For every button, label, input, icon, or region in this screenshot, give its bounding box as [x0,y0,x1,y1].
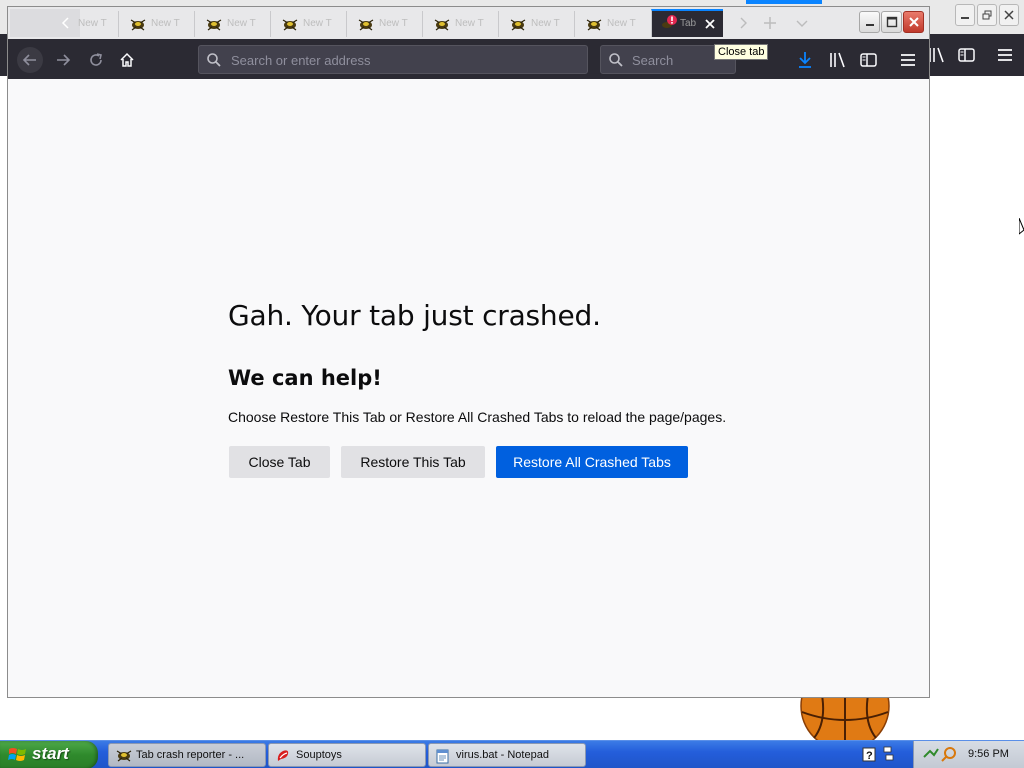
mouse-cursor-icon [1018,217,1024,240]
taskbar-item-notepad[interactable]: virus.bat - Notepad [428,743,586,767]
close-tab-icon[interactable] [702,16,718,32]
home-button[interactable] [114,47,140,73]
tab-label: New T [607,18,636,29]
page-description: Choose Restore This Tab or Restore All C… [228,409,727,425]
windows-logo-icon [8,748,26,761]
background-restore-button[interactable] [977,4,997,26]
address-bar[interactable]: Search or enter address [198,45,588,74]
minimize-button[interactable] [859,11,880,33]
search-icon [609,53,623,67]
restore-all-crashed-tabs-button[interactable]: Restore All Crashed Tabs [496,446,688,478]
download-icon[interactable] [794,49,816,71]
firefox-bug-icon [282,19,298,31]
forward-button[interactable] [50,47,76,73]
reload-button[interactable] [83,47,109,73]
tab-label: Tab [680,18,697,29]
forward-arrow-icon [57,54,71,66]
page-subtitle: We can help! [228,366,382,390]
background-active-tab-indicator [746,0,822,4]
address-placeholder: Search or enter address [231,53,371,68]
basketball-icon [800,698,890,742]
background-menu-icon[interactable] [994,44,1016,66]
tab[interactable]: New T [498,11,574,37]
firefox-bug-icon [358,19,374,31]
maximize-icon [886,16,897,28]
taskbar-item-label: virus.bat - Notepad [456,749,549,761]
browser-window: New T New T New T New T New T New T New … [7,6,930,698]
notepad-icon [436,749,449,764]
taskbar-item-souptoys[interactable]: Souptoys [268,743,426,767]
search-icon [207,53,221,67]
system-tray: 9:56 PM [913,741,1024,768]
minimize-icon [865,24,874,26]
tab[interactable]: New T [346,11,422,37]
basketball-toy[interactable] [800,698,890,742]
firefox-bug-icon [130,19,146,31]
chevron-right-icon[interactable] [736,15,752,31]
help-and-network-icon[interactable]: ? [862,746,898,764]
start-label: start [32,744,69,763]
list-all-tabs-chevron-down-icon[interactable] [794,15,810,31]
library-icon[interactable] [826,49,848,71]
start-button[interactable]: start [0,741,98,768]
page-title: Gah. Your tab just crashed. [228,299,601,332]
new-tab-plus-icon[interactable] [762,15,778,31]
tab[interactable]: New T [574,11,650,37]
tab-label: New T [78,18,107,29]
tab-label: New T [303,18,332,29]
crashed-tab-icon [662,15,677,28]
maximize-button[interactable] [881,11,902,33]
tab[interactable]: New T [422,11,498,37]
reload-icon [90,53,102,66]
search-placeholder: Search [632,53,674,68]
tab-crash-page: Gah. Your tab just crashed. We can help!… [8,79,929,697]
souptoys-icon [277,750,289,761]
tab[interactable]: New T [270,11,346,37]
taskbar-item-tab-crash-reporter[interactable]: Tab crash reporter - ... [108,743,266,767]
close-tab-button[interactable]: Close Tab [229,446,330,478]
sidebar-icon[interactable] [858,49,880,71]
tray-app-icons[interactable] [922,745,960,763]
tab[interactable]: New T [118,11,194,37]
background-close-button[interactable] [999,4,1019,26]
firefox-bug-icon [434,19,450,31]
tab[interactable]: New T [194,11,270,37]
tab-label: New T [379,18,408,29]
home-icon [120,52,134,67]
firefox-bug-icon [116,750,132,762]
close-tab-tooltip: Close tab [714,44,769,60]
tab-label: New T [531,18,560,29]
tab-label: New T [227,18,256,29]
close-window-button[interactable] [903,11,924,33]
firefox-bug-icon [206,19,222,31]
tab-label: New T [151,18,180,29]
taskbar-item-label: Souptoys [296,749,342,761]
tab-label: New T [455,18,484,29]
svg-text:?: ? [866,750,873,762]
close-icon [908,17,919,27]
taskbar: start Tab crash reporter - ... Souptoys … [0,740,1024,768]
firefox-bug-icon [510,19,526,31]
firefox-bug-icon [586,19,602,31]
clock: 9:56 PM [968,748,1009,760]
taskbar-item-label: Tab crash reporter - ... [136,749,245,761]
tab-strip: New T New T New T New T New T New T New … [8,7,929,39]
tab-active[interactable]: Tab [651,9,723,37]
background-minimize-button[interactable] [955,4,975,26]
menu-icon[interactable] [897,49,919,71]
tab[interactable]: New T [42,11,118,37]
navigation-toolbar: Search or enter address Search [8,39,929,79]
restore-this-tab-button[interactable]: Restore This Tab [341,446,485,478]
back-arrow-icon [22,54,36,66]
background-sidebar-icon[interactable] [956,44,978,66]
back-button[interactable] [17,47,43,73]
